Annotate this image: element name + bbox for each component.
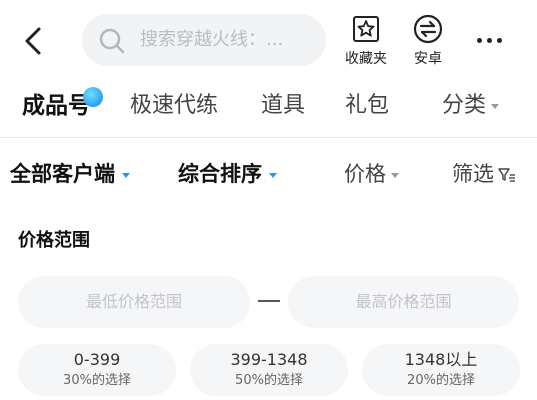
filter-funnel-icon (498, 168, 515, 182)
search-box[interactable]: 搜索穿越火线：... (82, 14, 326, 66)
android-label: 安卓 (414, 51, 442, 67)
swap-arrows-icon (413, 14, 443, 44)
price-preset-chip[interactable]: 399-1348 50%的选择 (190, 344, 348, 396)
preset-share: 50%的选择 (235, 373, 303, 388)
more-options-icon[interactable] (474, 26, 506, 54)
price-filter-label: 价格 (344, 162, 386, 186)
preset-share: 30%的选择 (63, 373, 131, 388)
min-price-input[interactable] (18, 276, 250, 328)
chevron-down-icon (122, 172, 130, 178)
chevron-down-icon (269, 172, 277, 178)
range-separator (258, 300, 280, 302)
preset-range: 399-1348 (230, 350, 308, 369)
screen-filter[interactable]: 筛选 (452, 158, 516, 190)
price-filter[interactable]: 价格 (344, 158, 399, 190)
screen-filter-label: 筛选 (452, 162, 494, 186)
tab-category-label: 分类 (442, 93, 487, 118)
max-price-input[interactable] (288, 276, 519, 328)
sort-filter-label: 综合排序 (178, 162, 262, 186)
notification-dot (83, 87, 103, 107)
preset-range: 0-399 (73, 350, 121, 369)
search-input[interactable]: 搜索穿越火线：... (140, 14, 312, 66)
category-tabs: 成品号 极速代练 道具 礼包 分类 (0, 82, 537, 138)
tab-gift-pack[interactable]: 礼包 (345, 90, 389, 122)
back-arrow-icon[interactable] (22, 26, 46, 56)
favorites-label: 收藏夹 (345, 51, 387, 67)
filter-bar: 全部客户端 综合排序 价格 筛选 (0, 150, 537, 198)
sort-filter[interactable]: 综合排序 (178, 158, 277, 190)
client-filter-label: 全部客户端 (10, 162, 115, 186)
chevron-down-icon (391, 172, 399, 178)
favorites-button[interactable]: 收藏夹 (340, 14, 392, 68)
tab-finished-account[interactable]: 成品号 (22, 90, 91, 122)
star-folder-icon (353, 16, 379, 42)
tab-category[interactable]: 分类 (442, 90, 500, 122)
chevron-down-icon (491, 103, 500, 109)
price-preset-chip[interactable]: 1348以上 20%的选择 (362, 344, 520, 396)
android-button[interactable]: 安卓 (402, 14, 454, 68)
preset-share: 20%的选择 (407, 373, 475, 388)
client-filter[interactable]: 全部客户端 (10, 158, 130, 190)
preset-range: 1348以上 (404, 350, 478, 369)
top-bar: 搜索穿越火线：... 收藏夹 安卓 (0, 0, 537, 80)
tab-fast-boost[interactable]: 极速代练 (130, 90, 218, 122)
search-icon (99, 28, 125, 54)
price-range-title: 价格范围 (18, 230, 90, 251)
tab-items[interactable]: 道具 (261, 90, 305, 122)
price-preset-chip[interactable]: 0-399 30%的选择 (18, 344, 176, 396)
